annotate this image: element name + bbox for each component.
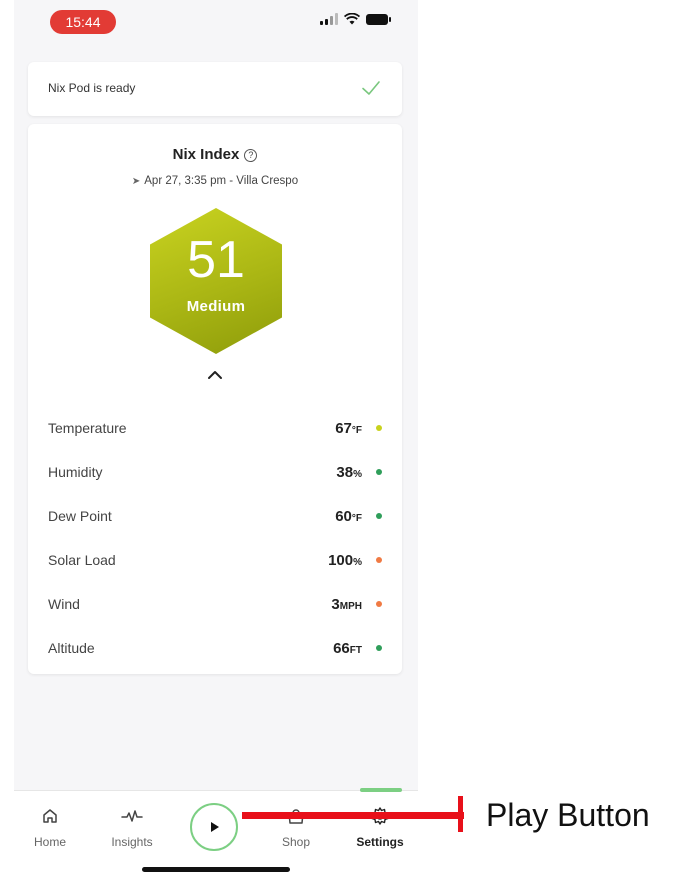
index-location: Apr 27, 3:35 pm - Villa Crespo	[144, 175, 299, 187]
metric-label: Solar Load	[48, 552, 116, 568]
metric-row-altitude: Altitude 66FT	[48, 626, 382, 670]
check-icon	[362, 81, 380, 95]
metric-value: 3	[331, 595, 340, 613]
annotation-arrow-tick	[458, 796, 463, 832]
status-dot	[376, 469, 382, 475]
wifi-icon	[344, 13, 360, 25]
metric-label: Wind	[48, 596, 80, 612]
index-title-row: Nix Index?	[28, 146, 402, 163]
nix-index-card: Nix Index? ➤ Apr 27, 3:35 pm - Villa Cres…	[28, 124, 402, 674]
metric-value-wrap: 3MPH	[331, 596, 362, 613]
signal-icon	[320, 13, 338, 25]
index-level: Medium	[186, 298, 246, 315]
annotation-arrow-line	[242, 812, 464, 819]
notice-text: Nix Pod is ready	[48, 81, 136, 95]
metric-row-solar-load: Solar Load 100%	[48, 538, 382, 582]
chevron-up-icon[interactable]	[206, 368, 224, 382]
help-icon[interactable]: ?	[244, 149, 258, 162]
active-tab-indicator	[360, 788, 402, 792]
location-arrow-icon: ➤	[131, 176, 141, 187]
play-icon	[211, 822, 219, 832]
nav-label-shop: Shop	[281, 835, 311, 849]
metric-value: 38	[336, 463, 354, 481]
metric-row-temperature: Temperature 67°F	[48, 406, 382, 450]
status-dot	[376, 557, 382, 563]
metric-label: Humidity	[48, 464, 103, 480]
status-icons	[320, 13, 391, 25]
status-time: 15:44	[50, 10, 116, 34]
annotation-label: Play Button	[486, 797, 650, 833]
status-dot	[376, 645, 382, 651]
metric-value-wrap: 67°F	[335, 420, 362, 437]
metric-unit: %	[353, 468, 362, 480]
nav-label-home: Home	[33, 835, 66, 849]
nav-item-insights[interactable]: Insights	[97, 805, 167, 849]
metric-value-wrap: 60°F	[335, 508, 362, 525]
nav-label-insights: Insights	[111, 835, 153, 849]
pod-ready-notice: Nix Pod is ready	[28, 62, 402, 116]
status-dot	[376, 425, 382, 431]
battery-icon	[366, 13, 391, 25]
pulse-icon	[121, 810, 143, 822]
metric-value: 100	[328, 551, 354, 569]
phone-screen: 15:44 Nix Pod is ready Nix Index? ➤ Apr 2…	[14, 0, 418, 872]
status-dot	[376, 601, 382, 607]
metric-unit: FT	[349, 644, 362, 656]
metric-value-wrap: 38%	[336, 464, 362, 481]
bottom-nav: Home Insights Shop Settings	[14, 788, 418, 872]
home-indicator	[142, 867, 290, 872]
metric-label: Altitude	[48, 640, 95, 656]
metric-row-wind: Wind 3MPH	[48, 582, 382, 626]
metric-unit: %	[353, 556, 362, 568]
metric-row-dew-point: Dew Point 60°F	[48, 494, 382, 538]
metrics-list: Temperature 67°F Humidity 38% Dew Point …	[48, 406, 382, 670]
index-value: 51	[187, 231, 245, 289]
metric-label: Temperature	[48, 420, 127, 436]
metric-row-humidity: Humidity 38%	[48, 450, 382, 494]
metric-unit: °F	[351, 512, 362, 524]
play-button[interactable]	[190, 803, 238, 851]
index-location-row: ➤ Apr 27, 3:35 pm - Villa Crespo	[28, 175, 402, 187]
metric-label: Dew Point	[48, 508, 112, 524]
metric-value: 60	[335, 507, 352, 525]
metric-unit: °F	[351, 424, 362, 436]
index-hexagon: 51 Medium	[150, 208, 282, 354]
metric-value-wrap: 66FT	[333, 640, 362, 657]
metric-value: 66	[333, 639, 350, 657]
nav-item-home[interactable]: Home	[15, 805, 85, 849]
home-icon	[43, 809, 57, 823]
metric-unit: MPH	[339, 600, 362, 612]
nav-label-settings: Settings	[356, 835, 404, 849]
metric-value: 67	[335, 419, 352, 437]
status-dot	[376, 513, 382, 519]
metric-value-wrap: 100%	[328, 552, 362, 569]
index-title: Nix Index	[172, 146, 240, 163]
